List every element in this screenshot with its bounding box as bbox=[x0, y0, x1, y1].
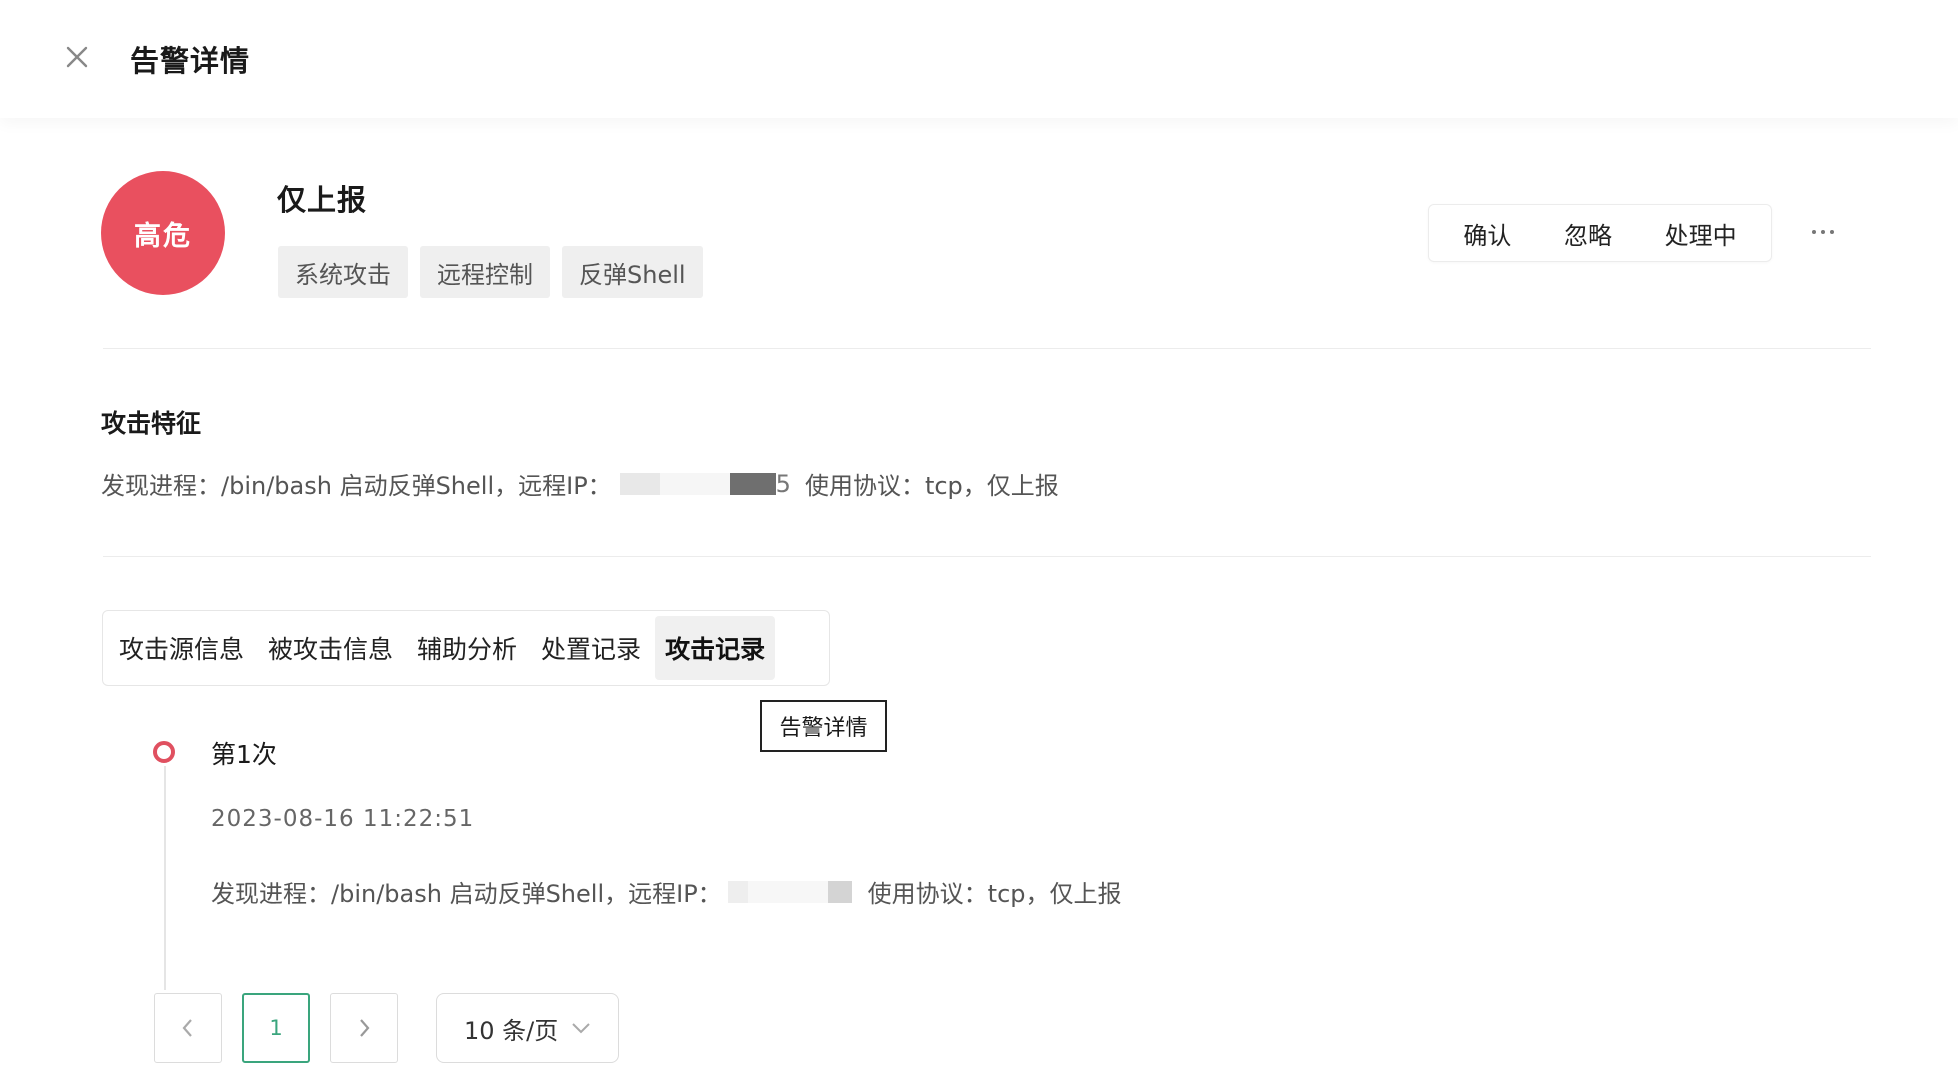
redacted-ip-block bbox=[659, 472, 730, 495]
more-icon[interactable] bbox=[1808, 212, 1838, 252]
confirm-button[interactable]: 确认 bbox=[1455, 210, 1519, 257]
prev-page-button[interactable] bbox=[154, 993, 222, 1063]
severity-badge: 高危 bbox=[101, 171, 225, 295]
tag-reverse-shell: 反弹Shell bbox=[562, 246, 703, 298]
record-desc-suffix: 使用协议：tcp，仅上报 bbox=[867, 880, 1122, 908]
tag-remote-control: 远程控制 bbox=[420, 246, 550, 298]
tab-attack-source[interactable]: 攻击源信息 bbox=[109, 616, 254, 680]
tag-system-attack: 系统攻击 bbox=[278, 246, 408, 298]
detail-tabs: 攻击源信息 被攻击信息 辅助分析 处置记录 攻击记录 bbox=[102, 610, 830, 686]
processing-button[interactable]: 处理中 bbox=[1657, 210, 1745, 257]
alert-tags: 系统攻击 远程控制 反弹Shell bbox=[278, 246, 703, 298]
redacted-ip-block bbox=[747, 880, 828, 903]
attack-features-title: 攻击特征 bbox=[101, 409, 202, 438]
record-desc-prefix: 发现进程：/bin/bash 启动反弹Shell，远程IP： bbox=[211, 880, 722, 908]
redacted-ip-block bbox=[727, 880, 748, 903]
timeline-dot-icon bbox=[153, 741, 175, 763]
ignore-button[interactable]: 忽略 bbox=[1556, 210, 1620, 257]
attack-features-description: 发现进程：/bin/bash 启动反弹Shell，远程IP： 5 使用协议：tc… bbox=[101, 466, 1059, 501]
chevron-down-icon bbox=[572, 1023, 590, 1034]
chevron-right-icon bbox=[360, 1019, 370, 1037]
page-number-button[interactable]: 1 bbox=[242, 993, 310, 1063]
action-button-group: 确认 忽略 处理中 bbox=[1428, 204, 1772, 262]
tab-auxiliary-analysis[interactable]: 辅助分析 bbox=[407, 616, 527, 680]
record-description: 发现进程：/bin/bash 启动反弹Shell，远程IP： 使用协议：tcp，… bbox=[211, 874, 1122, 909]
record-timestamp: 2023-08-16 11:22:51 bbox=[211, 806, 475, 832]
tab-disposal-records[interactable]: 处置记录 bbox=[531, 616, 651, 680]
timeline-line bbox=[164, 766, 166, 990]
drawer-header: 告警详情 bbox=[0, 0, 1958, 118]
feature-desc-suffix: 使用协议：tcp，仅上报 bbox=[804, 472, 1059, 500]
page-title: 告警详情 bbox=[130, 44, 251, 78]
page-size-value: 10 条/页 bbox=[464, 1016, 559, 1045]
divider bbox=[103, 556, 1871, 557]
chevron-left-icon bbox=[182, 1019, 192, 1037]
page-size-select[interactable]: 10 条/页 bbox=[436, 993, 619, 1063]
redacted-ip-tail: 5 bbox=[775, 469, 791, 498]
record-title: 第1次 bbox=[211, 740, 277, 769]
close-icon[interactable] bbox=[60, 40, 94, 74]
redacted-ip-block bbox=[729, 472, 776, 495]
redacted-ip-block bbox=[619, 472, 660, 495]
next-page-button[interactable] bbox=[330, 993, 398, 1063]
tooltip: 告警详情 bbox=[760, 700, 887, 752]
redacted-ip-block bbox=[827, 880, 852, 903]
tab-attacked-info[interactable]: 被攻击信息 bbox=[258, 616, 403, 680]
alert-name: 仅上报 bbox=[277, 183, 368, 217]
divider bbox=[103, 348, 1871, 349]
feature-desc-prefix: 发现进程：/bin/bash 启动反弹Shell，远程IP： bbox=[101, 472, 612, 500]
tab-attack-records[interactable]: 攻击记录 bbox=[655, 616, 776, 680]
